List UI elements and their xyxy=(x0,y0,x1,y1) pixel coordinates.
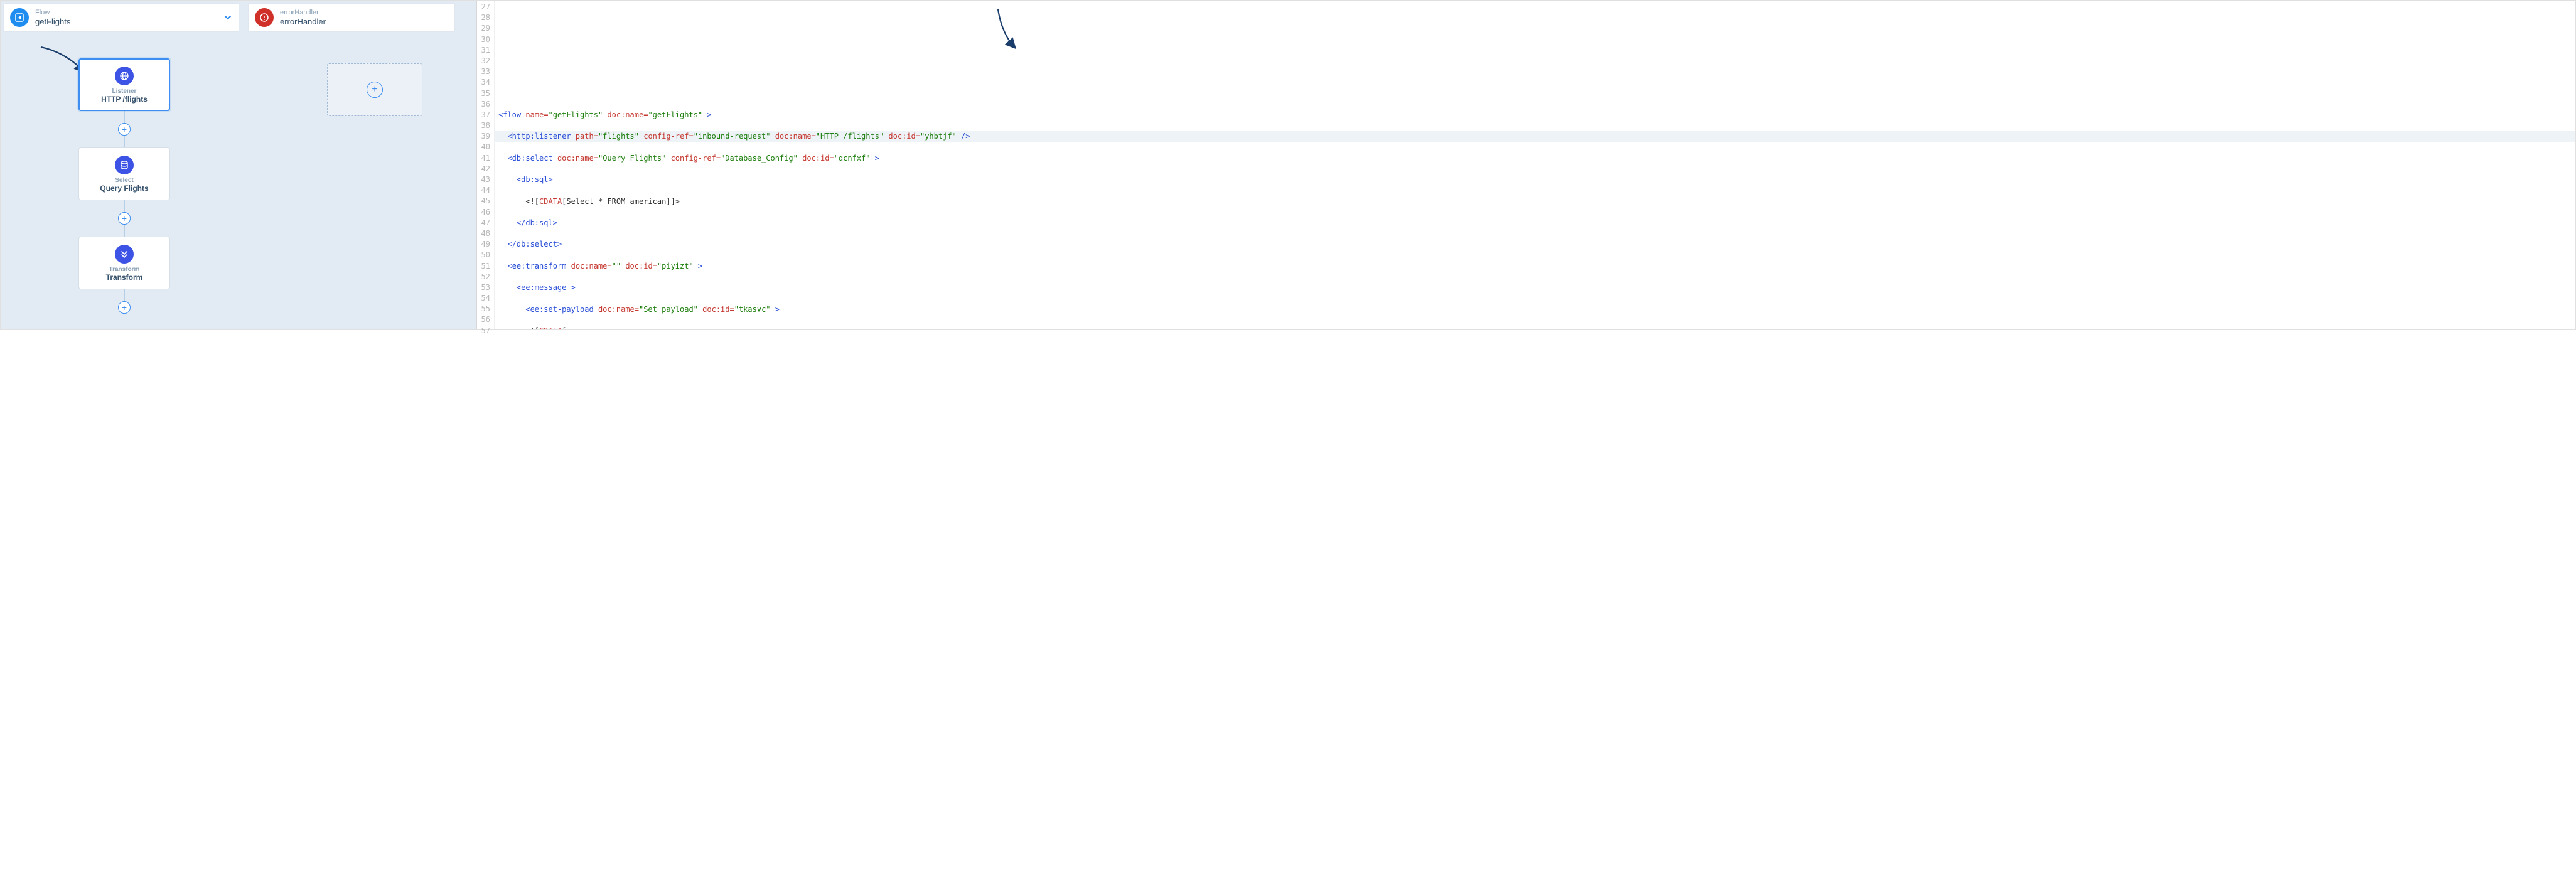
node-transform[interactable]: Transform Transform xyxy=(78,237,170,289)
node-name-label: Transform xyxy=(106,273,143,282)
line-number: 47 xyxy=(477,218,490,228)
canvas-header-row: Flow getFlights errorHandler errorHandle… xyxy=(3,3,474,32)
line-number: 38 xyxy=(477,120,490,131)
error-icon xyxy=(255,8,274,27)
line-number: 36 xyxy=(477,99,490,110)
line-number: 42 xyxy=(477,164,490,174)
flow-nodes-column: Listener HTTP /flights + Select Query Fl… xyxy=(78,58,170,313)
error-handler-card[interactable]: errorHandler errorHandler xyxy=(248,3,455,32)
line-number: 41 xyxy=(477,153,490,164)
connector-line xyxy=(124,289,125,302)
line-number: 51 xyxy=(477,261,490,272)
flow-header-labels: Flow getFlights xyxy=(35,9,70,27)
line-number: 31 xyxy=(477,45,490,56)
line-number: 30 xyxy=(477,35,490,45)
node-type-label: Select xyxy=(115,177,133,184)
line-number: 27 xyxy=(477,2,490,13)
line-number: 37 xyxy=(477,110,490,120)
line-number: 28 xyxy=(477,13,490,23)
line-number: 49 xyxy=(477,239,490,250)
chevron-down-icon[interactable] xyxy=(223,13,232,22)
line-number: 45 xyxy=(477,196,490,206)
line-number: 46 xyxy=(477,207,490,218)
dropzone-add[interactable]: + xyxy=(327,63,422,116)
error-handler-labels: errorHandler errorHandler xyxy=(280,9,326,27)
transform-icon xyxy=(115,245,134,264)
line-number: 40 xyxy=(477,142,490,152)
node-type-label: Transform xyxy=(109,266,140,273)
plus-icon: + xyxy=(367,82,383,98)
canvas-pane: Flow getFlights errorHandler errorHandle… xyxy=(1,1,476,329)
line-number: 35 xyxy=(477,88,490,99)
error-type-label: errorHandler xyxy=(280,9,326,17)
add-node-button[interactable]: + xyxy=(118,123,131,136)
connector-line xyxy=(124,111,125,124)
line-number: 39 xyxy=(477,131,490,142)
connector-line xyxy=(124,135,125,147)
line-number: 33 xyxy=(477,67,490,77)
connector-line xyxy=(124,224,125,237)
node-name-label: Query Flights xyxy=(100,184,148,193)
line-number: 57 xyxy=(477,326,490,336)
line-number: 48 xyxy=(477,228,490,239)
flow-header-card[interactable]: Flow getFlights xyxy=(3,3,239,32)
code-pane: 2728293031323334353637383940414243444546… xyxy=(476,1,2575,329)
globe-icon xyxy=(115,67,134,85)
line-number: 34 xyxy=(477,77,490,88)
app-root: Flow getFlights errorHandler errorHandle… xyxy=(0,0,2576,330)
line-number: 55 xyxy=(477,304,490,314)
line-number-gutter: 2728293031323334353637383940414243444546… xyxy=(477,1,495,329)
annotation-arrow-code xyxy=(996,8,1018,51)
line-number: 50 xyxy=(477,250,490,260)
node-name-label: HTTP /flights xyxy=(101,95,148,104)
line-number: 29 xyxy=(477,23,490,34)
line-number: 52 xyxy=(477,272,490,282)
line-number: 56 xyxy=(477,314,490,325)
node-listener[interactable]: Listener HTTP /flights xyxy=(78,58,170,111)
add-node-button[interactable]: + xyxy=(118,212,131,225)
error-name-label: errorHandler xyxy=(280,17,326,27)
line-number: 44 xyxy=(477,185,490,196)
line-number: 54 xyxy=(477,293,490,304)
flow-icon xyxy=(10,8,29,27)
code-editor[interactable]: <flow name="getFlights" doc:name="getFli… xyxy=(495,1,2575,329)
node-select[interactable]: Select Query Flights xyxy=(78,147,170,200)
flow-name-label: getFlights xyxy=(35,17,70,27)
line-number: 32 xyxy=(477,56,490,67)
line-number: 53 xyxy=(477,282,490,293)
add-node-button[interactable]: + xyxy=(118,301,131,314)
line-number: 43 xyxy=(477,174,490,185)
node-type-label: Listener xyxy=(112,88,137,95)
flow-type-label: Flow xyxy=(35,9,70,17)
database-icon xyxy=(115,156,134,174)
connector-line xyxy=(124,200,125,213)
